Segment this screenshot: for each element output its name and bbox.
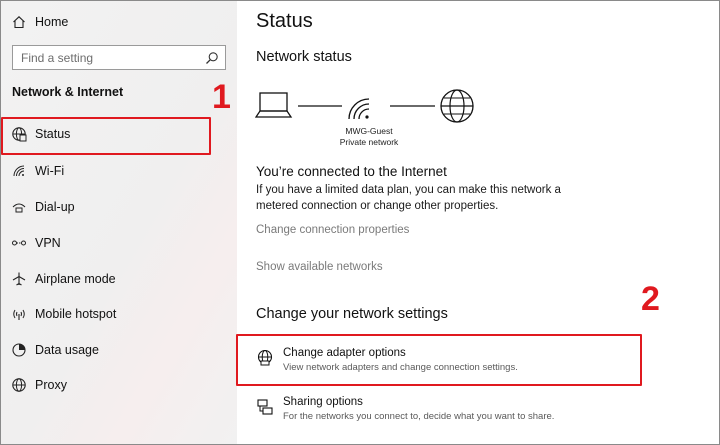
sidebar-item-label: Dial-up	[35, 200, 75, 214]
sidebar: Home Find a setting Network & Internet S…	[1, 1, 237, 444]
network-name: MWG-Guest	[345, 126, 393, 136]
sidebar-item-label: Data usage	[35, 343, 99, 357]
home-icon	[11, 14, 27, 30]
sidebar-item-label: Wi-Fi	[35, 164, 65, 178]
change-connection-properties-link[interactable]: Change connection properties	[256, 224, 409, 236]
wifi-icon	[11, 163, 27, 179]
vpn-icon	[11, 235, 27, 251]
wifi-icon	[348, 98, 370, 120]
status-highlight-box	[1, 117, 211, 155]
option-description: For the networks you connect to, decide …	[283, 411, 555, 422]
globe-icon	[11, 377, 27, 393]
network-name-label: MWG-Guest Private network	[329, 126, 409, 148]
connected-heading: You’re connected to the Internet	[256, 164, 447, 179]
search-input[interactable]: Find a setting	[12, 45, 226, 70]
sharing-icon	[257, 399, 273, 415]
sidebar-item-data-usage[interactable]: Data usage	[1, 332, 237, 368]
internet-globe-icon	[440, 89, 474, 123]
sidebar-section-title: Network & Internet	[12, 85, 124, 99]
sidebar-item-label: Proxy	[35, 378, 67, 392]
sidebar-item-home[interactable]: Home	[1, 4, 237, 40]
sidebar-item-proxy[interactable]: Proxy	[1, 367, 237, 403]
sidebar-item-label: Home	[35, 15, 69, 29]
search-icon	[206, 52, 218, 64]
airplane-icon	[11, 271, 27, 287]
option-title: Sharing options	[283, 396, 363, 408]
step-1-marker: 1	[212, 78, 231, 116]
sidebar-item-vpn[interactable]: VPN	[1, 225, 237, 261]
step-2-marker: 2	[641, 280, 660, 318]
network-type: Private network	[339, 137, 399, 147]
sidebar-item-mobile-hotspot[interactable]: Mobile hotspot	[1, 296, 237, 332]
sidebar-item-label: Airplane mode	[35, 272, 116, 286]
connected-description: If you have a limited data plan, you can…	[256, 184, 561, 212]
network-status-heading: Network status	[256, 49, 352, 65]
sidebar-item-wifi[interactable]: Wi-Fi	[1, 153, 237, 189]
laptop-icon	[255, 92, 293, 118]
sidebar-item-label: VPN	[35, 236, 61, 250]
page-title: Status	[256, 10, 313, 32]
data-usage-icon	[11, 342, 27, 358]
hotspot-icon	[11, 306, 27, 322]
adapter-options-highlight-box	[236, 334, 642, 386]
sidebar-item-dialup[interactable]: Dial-up	[1, 189, 237, 225]
change-settings-heading: Change your network settings	[256, 306, 448, 322]
show-available-networks-link[interactable]: Show available networks	[256, 261, 383, 273]
sidebar-item-label: Mobile hotspot	[35, 307, 117, 321]
dialup-icon	[11, 199, 27, 215]
sharing-options-button[interactable]: Sharing options For the networks you con…	[256, 396, 636, 430]
sidebar-item-airplane-mode[interactable]: Airplane mode	[1, 261, 237, 297]
search-placeholder: Find a setting	[21, 50, 94, 65]
